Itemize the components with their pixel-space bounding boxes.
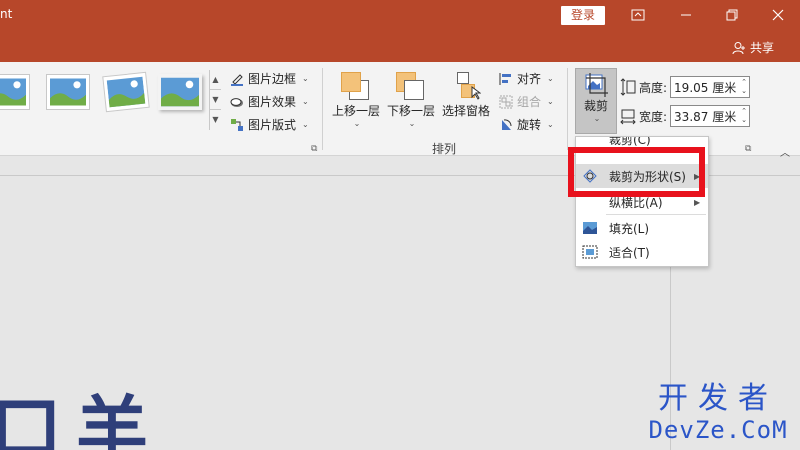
watermark: 开发者 DevZe.CoM	[643, 381, 793, 445]
width-control: 宽度: 33.87 厘米 ⌃ ⌄	[620, 105, 751, 127]
close-icon[interactable]	[766, 4, 790, 26]
align-icon	[499, 72, 511, 85]
submenu-arrow-icon: ▶	[694, 171, 701, 181]
chevron-up-icon[interactable]: ▲	[210, 70, 221, 90]
chevron-down-icon: ⌄	[302, 97, 309, 106]
width-spinner[interactable]: ⌃ ⌄	[739, 107, 749, 125]
bring-forward-button[interactable]: 上移一层 ⌄	[332, 70, 380, 128]
ribbon-display-options-icon[interactable]	[626, 4, 650, 26]
pencil-icon	[231, 73, 243, 86]
crop-menu-item[interactable]: 裁剪(C)	[576, 137, 708, 151]
crop-dropdown-menu: 裁剪(C) 裁剪为形状(S) ▶ 纵横比(A) ▶ 填充(L) 适合(T)	[575, 136, 709, 267]
chevron-down-icon: ⌄	[408, 119, 416, 128]
chevron-down-icon: ⌄	[593, 114, 601, 123]
effects-icon	[230, 97, 243, 107]
dialog-launcher-icon[interactable]: ⧉	[311, 144, 317, 154]
size-dialog-launcher-icon[interactable]: ⧉	[745, 144, 751, 154]
rotate-icon	[502, 118, 512, 130]
watermark-line1: 开发者	[658, 381, 778, 416]
chevron-down-icon: ⌄	[302, 74, 309, 83]
aspect-ratio-label: 纵横比(A)	[609, 195, 663, 210]
chevron-down-icon: ⌄	[547, 74, 554, 83]
crop-to-shape-label: 裁剪为形状(S)	[609, 169, 686, 184]
bring-forward-label: 上移一层	[332, 104, 381, 118]
selection-pane-button[interactable]: 选择窗格	[442, 70, 490, 119]
group-separator	[567, 68, 568, 150]
height-icon	[620, 78, 636, 96]
picture-style-thumb[interactable]	[0, 74, 30, 110]
picture-style-thumb[interactable]	[46, 74, 90, 110]
group-separator	[322, 68, 323, 150]
height-spinner[interactable]: ⌃ ⌄	[739, 78, 749, 96]
fit-label: 适合(T)	[609, 245, 650, 260]
picture-border-button[interactable]: 图片边框 ⌄	[230, 70, 309, 87]
crop-button[interactable]: 裁剪 ⌄	[575, 68, 617, 134]
fit-icon	[582, 245, 598, 259]
chevron-down-icon: ⌄	[547, 120, 554, 129]
restore-icon[interactable]	[720, 4, 744, 26]
send-backward-icon	[394, 70, 428, 102]
gallery-scrollbar[interactable]: ▲ ▼ ▼	[209, 70, 221, 130]
app-title: nt	[0, 7, 13, 21]
width-value: 33.87 厘米	[674, 109, 737, 124]
chevron-down-icon: ⌄	[353, 119, 361, 128]
picture-style-thumb[interactable]	[102, 71, 150, 113]
aspect-ratio-item[interactable]: 纵横比(A) ▶	[576, 190, 708, 214]
picture-effects-label: 图片效果	[248, 95, 297, 109]
height-value: 19.05 厘米	[674, 80, 737, 95]
group-icon	[499, 95, 513, 108]
height-input[interactable]: 19.05 厘米 ⌃ ⌄	[670, 76, 751, 98]
chevron-down-icon: ⌄	[547, 97, 554, 106]
crop-icon	[585, 73, 608, 97]
picture-effects-button[interactable]: 图片效果 ⌄	[230, 93, 309, 110]
rotate-button[interactable]: 旋转 ⌄	[499, 116, 554, 133]
fill-icon	[583, 222, 597, 234]
fill-item[interactable]: 填充(L)	[576, 216, 708, 240]
submenu-arrow-icon: ▶	[694, 197, 701, 207]
crop-menu-label: 裁剪(C)	[609, 137, 651, 147]
rotate-label: 旋转	[517, 118, 542, 132]
minimize-icon[interactable]	[674, 4, 698, 26]
selection-pane-icon	[449, 70, 483, 102]
fill-label: 填充(L)	[609, 221, 650, 236]
width-input[interactable]: 33.87 厘米 ⌃ ⌄	[670, 105, 751, 127]
crop-to-shape-item[interactable]: 裁剪为形状(S) ▶	[576, 164, 708, 188]
height-control: 高度: 19.05 厘米 ⌃ ⌄	[620, 76, 751, 98]
chevron-down-icon: ⌄	[302, 120, 309, 129]
width-label: 宽度:	[639, 109, 668, 124]
group-button[interactable]: 组合 ⌄	[499, 93, 554, 110]
watermark-line2: DevZe.CoM	[648, 416, 788, 444]
arrange-group-title: 排列	[432, 142, 457, 156]
chevron-down-icon[interactable]: ▼	[210, 90, 221, 110]
picture-layout-button[interactable]: 图片版式 ⌄	[230, 116, 309, 133]
height-label: 高度:	[639, 80, 668, 95]
share-button[interactable]: 共享	[732, 39, 774, 56]
layout-icon	[231, 118, 243, 131]
title-bar: nt 登录 共享	[0, 0, 800, 62]
crop-to-shape-icon	[583, 169, 597, 183]
align-label: 对齐	[517, 72, 542, 86]
gallery-more-icon[interactable]: ▼	[210, 110, 221, 130]
picture-style-thumb[interactable]	[158, 74, 202, 110]
menu-separator	[606, 214, 706, 215]
send-backward-label: 下移一层	[387, 104, 436, 118]
fit-item[interactable]: 适合(T)	[576, 240, 708, 264]
width-icon	[620, 109, 636, 125]
group-label: 组合	[517, 95, 542, 109]
share-label: 共享	[750, 41, 775, 55]
picture-border-label: 图片边框	[248, 72, 297, 86]
crop-label: 裁剪	[583, 99, 608, 113]
slide-title-text[interactable]: 口羊	[0, 390, 162, 450]
selection-pane-label: 选择窗格	[442, 104, 491, 118]
send-backward-button[interactable]: 下移一层 ⌄	[387, 70, 435, 128]
bring-forward-icon	[339, 70, 373, 102]
person-icon	[732, 41, 745, 54]
login-button[interactable]: 登录	[561, 6, 605, 25]
align-button[interactable]: 对齐 ⌄	[499, 70, 554, 87]
picture-layout-label: 图片版式	[248, 118, 297, 132]
